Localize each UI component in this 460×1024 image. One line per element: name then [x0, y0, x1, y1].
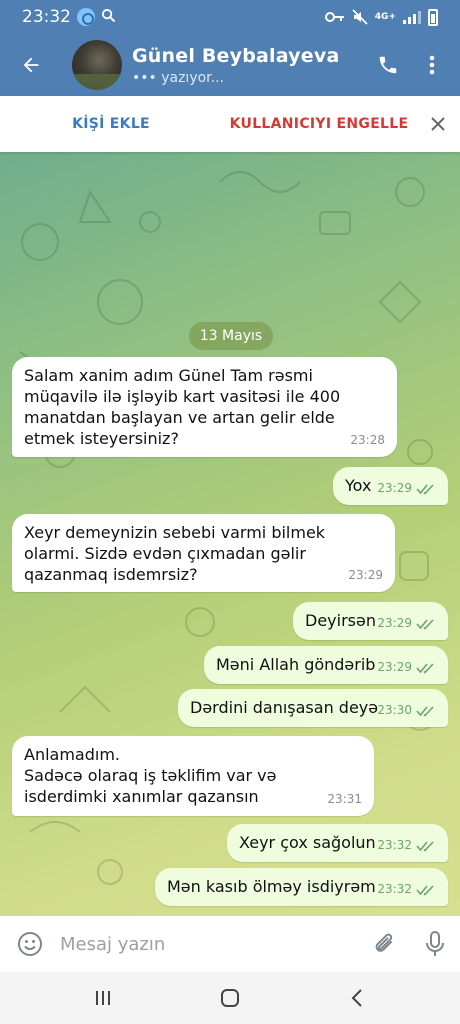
incoming-message[interactable]: Anlamadım. Sadəcə olaraq iş təklifim var…: [12, 736, 374, 816]
contact-info[interactable]: Günel Beybalayeva ••• yazıyor...: [132, 45, 366, 86]
message-time: 23:29: [348, 568, 383, 582]
status-time: 23:32: [22, 7, 71, 27]
incoming-message[interactable]: Xeyr demeynizin sebebi varmi bilmek olar…: [12, 514, 395, 592]
message-time: 23:30: [377, 703, 412, 717]
message-meta: 23:30: [377, 700, 436, 721]
signal-icon: [403, 10, 421, 24]
message-meta: 23:29: [348, 565, 383, 586]
dismiss-bar-button[interactable]: [416, 96, 460, 152]
status-indicators: 4G+: [324, 8, 438, 26]
status-bar: 23:32 4G+: [0, 0, 460, 34]
search-notification-icon: [101, 8, 116, 27]
battery-icon: [428, 8, 438, 26]
key-icon: [324, 12, 344, 22]
add-contact-button[interactable]: KİŞİ EKLE: [0, 116, 222, 132]
message-meta: 23:28: [350, 430, 385, 451]
outgoing-message[interactable]: Yox 23:29: [333, 467, 448, 505]
read-check-icon: [416, 662, 434, 674]
read-check-icon: [416, 840, 434, 852]
recents-button[interactable]: [73, 972, 133, 1024]
contact-name: Günel Beybalayeva: [132, 44, 340, 67]
date-separator: 13 Mayıs: [189, 322, 273, 350]
emoji-icon: [18, 932, 42, 956]
recents-icon: [96, 991, 111, 1005]
attach-button[interactable]: [360, 916, 410, 972]
message-input[interactable]: [60, 933, 360, 955]
message-text: Xeyr demeynizin sebebi varmi bilmek olar…: [24, 523, 326, 584]
message-text: Anlamadım. Sadəcə olaraq iş təklifim var…: [24, 745, 277, 806]
message-time: 23:29: [377, 660, 412, 674]
message-time: 23:32: [377, 882, 412, 896]
nav-back-button[interactable]: [327, 972, 387, 1024]
message-meta: 23:32: [377, 879, 436, 900]
message-meta: 23:32: [377, 835, 436, 856]
emoji-button[interactable]: [0, 916, 60, 972]
message-time: 23:31: [327, 792, 362, 806]
call-button[interactable]: [366, 34, 410, 96]
incoming-message[interactable]: Salam xanim adım Günel Tam rəsmi müqavil…: [12, 357, 397, 457]
message-meta: 23:31: [327, 789, 362, 810]
unknown-contact-bar: KİŞİ EKLE KULLANICIYI ENGELLE: [0, 96, 460, 152]
close-icon: [431, 117, 445, 131]
mute-icon: [352, 9, 368, 25]
mic-icon: [426, 931, 444, 956]
system-nav-bar: [0, 972, 460, 1024]
voice-message-button[interactable]: [410, 916, 460, 972]
read-check-icon: [416, 618, 434, 630]
chat-header: Günel Beybalayeva ••• yazıyor...: [0, 34, 460, 96]
more-vert-icon: [429, 55, 435, 75]
message-composer: [0, 916, 460, 972]
message-time: 23:32: [377, 838, 412, 852]
app-notification-icon: [77, 8, 95, 26]
back-button[interactable]: [0, 34, 62, 96]
message-meta: 23:29: [377, 613, 436, 634]
message-text: Salam xanim adım Günel Tam rəsmi müqavil…: [24, 366, 341, 448]
outgoing-message[interactable]: Xeyr çox sağolun 23:32: [227, 824, 448, 862]
nav-back-icon: [351, 989, 362, 1007]
chat-area[interactable]: 13 Mayıs Salam xanim adım Günel Tam rəsm…: [0, 152, 460, 916]
message-time: 23:29: [377, 481, 412, 495]
outgoing-message[interactable]: Dərdini danışasan deyə 23:30: [178, 689, 448, 727]
read-check-icon: [416, 884, 434, 896]
outgoing-message[interactable]: Məni Allah göndərib 23:29: [204, 646, 448, 684]
attach-icon: [375, 933, 393, 952]
message-meta: 23:29: [377, 657, 436, 678]
read-check-icon: [416, 483, 434, 495]
outgoing-message[interactable]: Mən kasıb ölməy isdiyrəm 23:32: [155, 868, 448, 906]
more-options-button[interactable]: [410, 34, 454, 96]
message-time: 23:29: [377, 616, 412, 630]
contact-avatar[interactable]: [72, 40, 122, 90]
read-check-icon: [416, 705, 434, 717]
home-button[interactable]: [200, 972, 260, 1024]
typing-status: ••• yazıyor...: [132, 69, 224, 86]
phone-icon: [379, 56, 397, 74]
message-meta: 23:29: [377, 478, 436, 499]
message-time: 23:28: [350, 433, 385, 447]
outgoing-message[interactable]: Deyirsən 23:29: [293, 602, 448, 640]
block-user-button[interactable]: KULLANICIYI ENGELLE: [222, 116, 416, 132]
home-icon: [220, 989, 239, 1007]
network-type: 4G+: [374, 11, 396, 22]
back-arrow-icon: [23, 57, 39, 73]
